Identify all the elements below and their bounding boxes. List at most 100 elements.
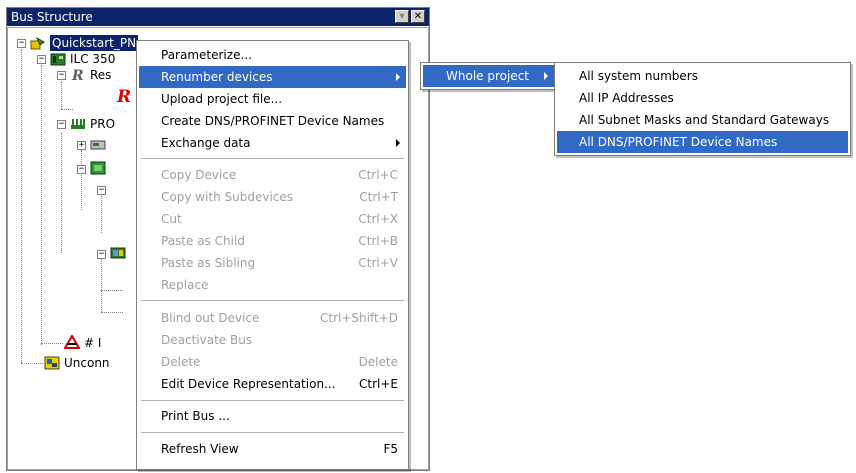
- tree-node-label: # I: [84, 336, 102, 350]
- menu-item-cut[interactable]: Cut Ctrl+X: [139, 208, 406, 230]
- menu-item-label: All IP Addresses: [579, 91, 674, 105]
- panel-title: Bus Structure: [11, 10, 93, 24]
- menu-item-deactivate-bus[interactable]: Deactivate Bus: [139, 329, 406, 351]
- collapse-toggle[interactable]: −: [57, 71, 66, 80]
- menu-item-shortcut: Ctrl+B: [358, 234, 398, 248]
- expand-toggle[interactable]: +: [77, 141, 86, 150]
- menu-item-label: Copy Device: [161, 168, 237, 182]
- context-menu: Parameterize... Renumber devices Upload …: [136, 40, 409, 470]
- collapse-toggle[interactable]: −: [57, 120, 66, 129]
- svg-text:R: R: [116, 87, 131, 104]
- menu-item-parameterize[interactable]: Parameterize...: [139, 44, 406, 66]
- menu-item-create-dns-names[interactable]: Create DNS/PROFINET Device Names: [139, 110, 406, 132]
- menu-item-label: Upload project file...: [161, 92, 283, 106]
- collapse-toggle[interactable]: −: [17, 39, 26, 48]
- collapse-toggle[interactable]: −: [77, 165, 86, 174]
- whole-project-submenu: All system numbers All IP Addresses All …: [554, 62, 851, 156]
- menu-item-label: Delete: [161, 355, 201, 369]
- menu-item-edit-device-representation[interactable]: Edit Device Representation... Ctrl+E: [139, 373, 406, 395]
- panel-titlebar: Bus Structure ▾ ✕: [7, 8, 429, 26]
- close-button[interactable]: ✕: [411, 10, 425, 23]
- menu-item-label: Paste as Child: [161, 234, 245, 248]
- network-icon: [71, 119, 85, 129]
- menu-item-label: Edit Device Representation...: [161, 377, 336, 391]
- device-icon: [90, 161, 106, 175]
- menu-item-paste-as-child[interactable]: Paste as Child Ctrl+B: [139, 230, 406, 252]
- tree-line: [41, 65, 42, 345]
- menu-item-label: Exchange data: [161, 136, 251, 150]
- menu-item-label: Replace: [161, 278, 209, 292]
- warning-triangle-icon: [64, 335, 80, 349]
- menu-item-shortcut: Ctrl+V: [358, 256, 398, 270]
- menu-item-renumber-devices[interactable]: Renumber devices: [139, 66, 406, 88]
- tree-line: [61, 109, 73, 110]
- menu-item-label: Renumber devices: [161, 70, 273, 84]
- collapse-toggle[interactable]: −: [97, 186, 106, 195]
- project-icon: [30, 36, 45, 50]
- menu-item-copy-device[interactable]: Copy Device Ctrl+C: [139, 164, 406, 186]
- submenu-arrow-icon: [396, 73, 400, 81]
- tree-line: [101, 290, 123, 291]
- menu-item-delete[interactable]: Delete Delete: [139, 351, 406, 373]
- menu-separator: [141, 432, 404, 433]
- tree-line: [61, 81, 62, 109]
- menu-item-label: All system numbers: [579, 69, 698, 83]
- menu-item-label: Refresh View: [161, 442, 239, 456]
- controller-icon: [50, 53, 66, 66]
- menu-item-exchange-data[interactable]: Exchange data: [139, 132, 406, 154]
- unconnected-icon: [44, 356, 60, 370]
- menu-separator: [141, 300, 404, 301]
- minimize-button[interactable]: ▾: [395, 10, 409, 23]
- tree-line: [21, 363, 43, 364]
- tree-line: [101, 256, 102, 312]
- tree-node-label: Unconn: [64, 356, 110, 370]
- menu-item-refresh-view[interactable]: Refresh View F5: [139, 438, 406, 460]
- menu-item-label: Print Bus ...: [161, 409, 230, 423]
- collapse-toggle[interactable]: −: [97, 250, 106, 259]
- menu-item-shortcut: F5: [383, 442, 398, 456]
- menu-separator: [141, 400, 404, 401]
- menu-item-shortcut: Ctrl+E: [359, 377, 398, 391]
- tree-node-label: ILC 350: [70, 52, 116, 66]
- submenu-arrow-icon: [544, 72, 548, 80]
- tree-line: [101, 312, 123, 313]
- menu-item-all-system-numbers[interactable]: All system numbers: [557, 65, 848, 87]
- menu-item-print-bus[interactable]: Print Bus ...: [139, 405, 406, 427]
- menu-item-label: All Subnet Masks and Standard Gateways: [579, 113, 830, 127]
- menu-item-all-ip-addresses[interactable]: All IP Addresses: [557, 87, 848, 109]
- menu-item-label: Create DNS/PROFINET Device Names: [161, 114, 385, 128]
- menu-separator: [141, 158, 404, 159]
- submenu-arrow-icon: [396, 139, 400, 147]
- resource-red-icon: R: [116, 87, 131, 104]
- menu-item-shortcut: Ctrl+Shift+D: [320, 311, 398, 325]
- menu-item-copy-with-subdevices[interactable]: Copy with Subdevices Ctrl+T: [139, 186, 406, 208]
- menu-item-label: Cut: [161, 212, 182, 226]
- device-icon: [90, 140, 106, 150]
- renumber-submenu: Whole project: [420, 62, 557, 90]
- menu-item-replace[interactable]: Replace: [139, 274, 406, 296]
- menu-item-upload-project-file[interactable]: Upload project file...: [139, 88, 406, 110]
- menu-item-shortcut: Ctrl+C: [358, 168, 398, 182]
- menu-item-paste-as-sibling[interactable]: Paste as Sibling Ctrl+V: [139, 252, 406, 274]
- menu-item-shortcut: Ctrl+X: [358, 212, 398, 226]
- tree-node-label: PRO: [90, 117, 116, 131]
- tree-node-label: Res: [90, 68, 112, 82]
- resource-icon: R: [71, 68, 84, 81]
- tree-line: [61, 133, 62, 253]
- menu-item-label: All DNS/PROFINET Device Names: [579, 135, 778, 149]
- tree-line: [81, 150, 82, 210]
- menu-item-shortcut: Delete: [358, 355, 398, 369]
- menu-item-label: Whole project: [446, 69, 529, 83]
- menu-item-label: Paste as Sibling: [161, 256, 256, 270]
- tree-line: [101, 193, 102, 233]
- device-icon: [110, 247, 126, 259]
- menu-item-all-dns-profinet-names[interactable]: All DNS/PROFINET Device Names: [557, 131, 848, 153]
- menu-item-blind-out-device[interactable]: Blind out Device Ctrl+Shift+D: [139, 307, 406, 329]
- menu-item-label: Copy with Subdevices: [161, 190, 294, 204]
- menu-item-whole-project[interactable]: Whole project: [423, 65, 554, 87]
- collapse-toggle[interactable]: −: [37, 55, 46, 64]
- menu-item-all-subnet-masks[interactable]: All Subnet Masks and Standard Gateways: [557, 109, 848, 131]
- menu-item-label: Blind out Device: [161, 311, 260, 325]
- menu-item-label: Parameterize...: [161, 48, 252, 62]
- tree-line: [21, 49, 22, 363]
